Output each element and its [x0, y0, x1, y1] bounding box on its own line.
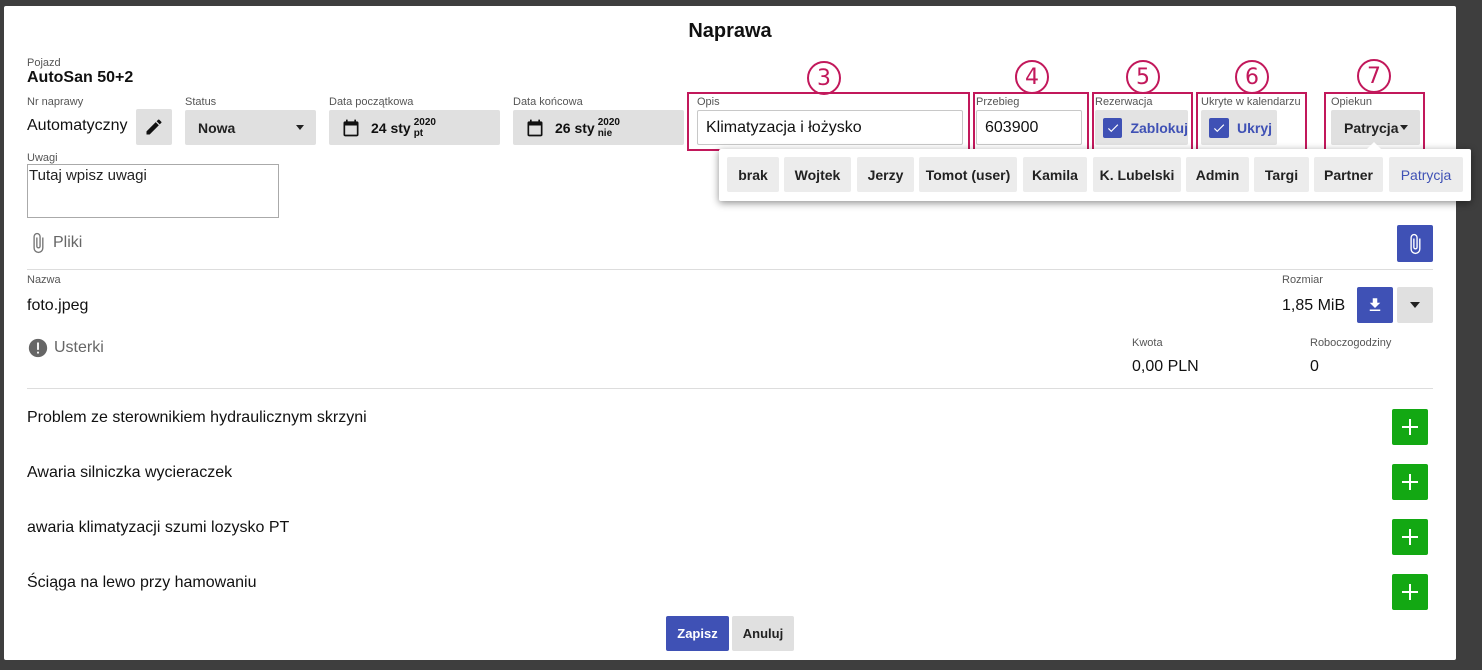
guardian-value: Patrycja	[1344, 119, 1399, 136]
plus-icon	[1402, 474, 1418, 490]
start-date-label: Data początkowa	[329, 96, 414, 108]
dialog-title: Naprawa	[688, 20, 772, 42]
status-select[interactable]: Nowa	[185, 110, 316, 145]
reservation-label: Rezerwacja	[1095, 96, 1153, 108]
status-value: Nowa	[198, 119, 236, 136]
guardian-option-wojtek[interactable]: Wojtek	[784, 157, 851, 192]
add-defect-button[interactable]	[1392, 574, 1428, 610]
hidden-calendar-checkbox-label: Ukryj	[1237, 119, 1273, 136]
guardian-option-patrycja[interactable]: Patrycja	[1389, 157, 1463, 192]
dropdown-arrow-icon	[1400, 125, 1408, 130]
notes-label: Uwagi	[27, 152, 58, 164]
defect-item: awaria klimatyzacji szumi lozysko PT	[27, 519, 290, 536]
alert-icon	[28, 338, 48, 358]
guardian-option-brak[interactable]: brak	[727, 157, 779, 192]
calendar-icon	[343, 119, 359, 136]
save-button[interactable]: Zapisz	[666, 616, 729, 651]
end-date-picker[interactable]: 26 sty 2020 nie	[513, 110, 684, 145]
mileage-input[interactable]: 603900	[976, 110, 1082, 145]
add-defect-button[interactable]	[1392, 464, 1428, 500]
mileage-label: Przebieg	[976, 96, 1020, 108]
file-name[interactable]: foto.jpeg	[27, 297, 88, 315]
checkbox-checked-icon	[1209, 117, 1229, 138]
description-input[interactable]: Klimatyzacja i łożysko	[697, 110, 963, 145]
amount-label: Kwota	[1132, 337, 1163, 349]
divider	[27, 388, 1433, 389]
guardian-label: Opiekun	[1331, 96, 1372, 108]
start-date-year: 2020	[413, 116, 436, 128]
plus-icon	[1402, 419, 1418, 435]
repair-number-label: Nr naprawy	[27, 96, 84, 108]
pencil-icon	[146, 119, 162, 135]
defect-item: Ściąga na lewo przy hamowaniu	[27, 574, 257, 591]
defect-item: Awaria silniczka wycieraczek	[27, 464, 233, 481]
edit-repair-number-button[interactable]	[136, 109, 172, 145]
end-date-day: 26 sty	[555, 119, 595, 136]
status-label: Status	[185, 96, 217, 108]
end-date-label: Data końcowa	[513, 96, 583, 108]
defects-section-header: Usterki	[27, 337, 104, 359]
file-size: 1,85 MiB	[1282, 297, 1346, 314]
file-menu-button[interactable]	[1397, 287, 1433, 323]
vehicle-value: AutoSan 50+2	[27, 69, 134, 86]
file-size-header: Rozmiar	[1282, 274, 1323, 286]
calendar-icon	[527, 119, 543, 136]
dropdown-arrow-icon	[1410, 302, 1420, 308]
guardian-select[interactable]: Patrycja	[1331, 110, 1420, 145]
plus-icon	[1402, 529, 1418, 545]
description-label: Opis	[697, 96, 720, 108]
start-date-day: 24 sty	[371, 119, 411, 136]
start-date-picker[interactable]: 24 sty 2020 pt	[329, 110, 500, 145]
download-file-button[interactable]	[1357, 287, 1393, 323]
dropdown-caret	[1367, 142, 1381, 149]
plus-icon	[1402, 584, 1418, 600]
download-icon	[1369, 298, 1381, 311]
end-date-year: 2020	[597, 116, 620, 128]
guardian-option-kamila[interactable]: Kamila	[1023, 157, 1087, 192]
start-date-weekday: pt	[413, 127, 424, 139]
annotation-7: 7	[1357, 59, 1391, 93]
divider	[27, 269, 1433, 270]
hours-label: Roboczogodziny	[1310, 337, 1392, 349]
files-section-label: Pliki	[53, 234, 83, 251]
hidden-calendar-label: Ukryte w kalendarzu	[1201, 96, 1301, 108]
add-defect-button[interactable]	[1392, 409, 1428, 445]
cancel-button[interactable]: Anuluj	[732, 616, 794, 651]
file-name-header: Nazwa	[27, 274, 61, 286]
checkbox-checked-icon	[1103, 117, 1123, 138]
paperclip-icon	[1410, 233, 1421, 254]
guardian-option-tomot[interactable]: Tomot (user)	[919, 157, 1017, 192]
defect-item: Problem ze sterownikiem hydraulicznym sk…	[27, 409, 367, 426]
guardian-option-admin[interactable]: Admin	[1186, 157, 1249, 192]
guardian-option-partner[interactable]: Partner	[1314, 157, 1383, 192]
hidden-calendar-checkbox[interactable]: Ukryj	[1201, 110, 1277, 145]
guardian-option-k-lubelski[interactable]: K. Lubelski	[1093, 157, 1181, 192]
repair-number-value: Automatyczny	[27, 117, 128, 134]
paperclip-icon	[33, 232, 44, 254]
annotation-3: 3	[807, 61, 841, 95]
attach-file-button[interactable]	[1397, 225, 1433, 262]
guardian-option-jerzy[interactable]: Jerzy	[857, 157, 914, 192]
amount-value: 0,00 PLN	[1132, 358, 1199, 375]
annotation-6: 6	[1235, 60, 1269, 94]
annotation-4: 4	[1015, 60, 1049, 94]
add-defect-button[interactable]	[1392, 519, 1428, 555]
dropdown-arrow-icon	[296, 125, 304, 130]
reservation-checkbox[interactable]: Zablokuj	[1095, 110, 1188, 145]
notes-textarea[interactable]: Tutaj wpisz uwagi	[27, 164, 279, 218]
annotation-5: 5	[1126, 60, 1160, 94]
files-section-header: Pliki	[27, 232, 82, 254]
repair-dialog: Naprawa Pojazd AutoSan 50+2 Nr naprawy A…	[4, 6, 1456, 660]
hours-value: 0	[1310, 358, 1319, 375]
defects-section-label: Usterki	[54, 339, 104, 356]
reservation-checkbox-label: Zablokuj	[1130, 119, 1188, 136]
vehicle-label: Pojazd	[27, 57, 61, 69]
end-date-weekday: nie	[597, 127, 613, 139]
guardian-dropdown-menu: brak Wojtek Jerzy Tomot (user) Kamila K.…	[719, 142, 1471, 201]
guardian-option-targi[interactable]: Targi	[1254, 157, 1309, 192]
